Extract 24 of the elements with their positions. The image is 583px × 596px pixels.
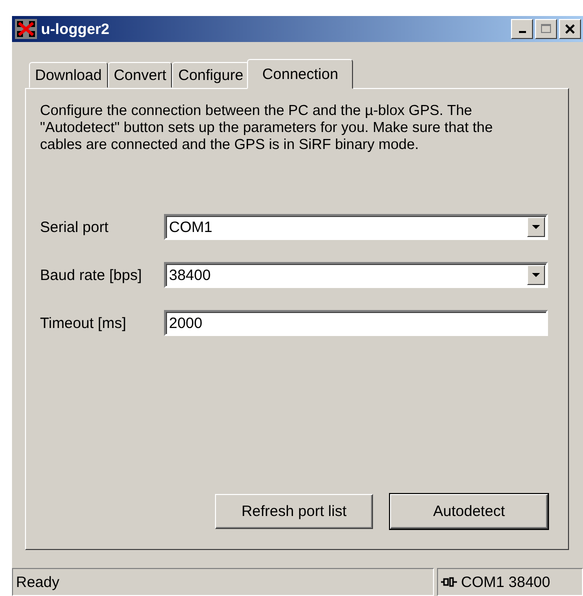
maximize-icon (540, 23, 552, 35)
maximize-button[interactable] (535, 19, 557, 39)
status-message: Ready (12, 568, 434, 596)
field-label: Serial port (40, 218, 110, 236)
tab[interactable]: Configure (172, 62, 250, 88)
app-icon (15, 19, 37, 39)
connector-icon (441, 576, 457, 588)
minimize-icon (518, 31, 526, 33)
button[interactable]: Refresh port list (215, 494, 373, 529)
combo-box[interactable]: 38400 (164, 262, 548, 288)
field-label: Baud rate [bps] (40, 266, 143, 284)
tab[interactable]: Convert (108, 62, 172, 88)
minimize-button[interactable] (511, 19, 533, 39)
combo-box[interactable]: COM1 (164, 214, 548, 240)
connection-text: COM1 38400 (461, 574, 550, 590)
close-button[interactable] (559, 19, 581, 39)
button[interactable]: Autodetect (390, 494, 548, 529)
window-title: u-logger2 (41, 20, 110, 38)
close-icon (565, 24, 575, 34)
tab[interactable]: Connection (247, 59, 354, 89)
input-field[interactable]: 2000 (164, 310, 548, 336)
field-label: Timeout [ms] (40, 314, 128, 332)
description-text: Configure the connection between the PC and the µ-blox GPS. The "Autodetect" button sets up the parameters for you. Make sure that the cables are connected and the GPS is in SiRF binary mode. (40, 103, 494, 154)
tab[interactable]: Download (29, 62, 108, 88)
